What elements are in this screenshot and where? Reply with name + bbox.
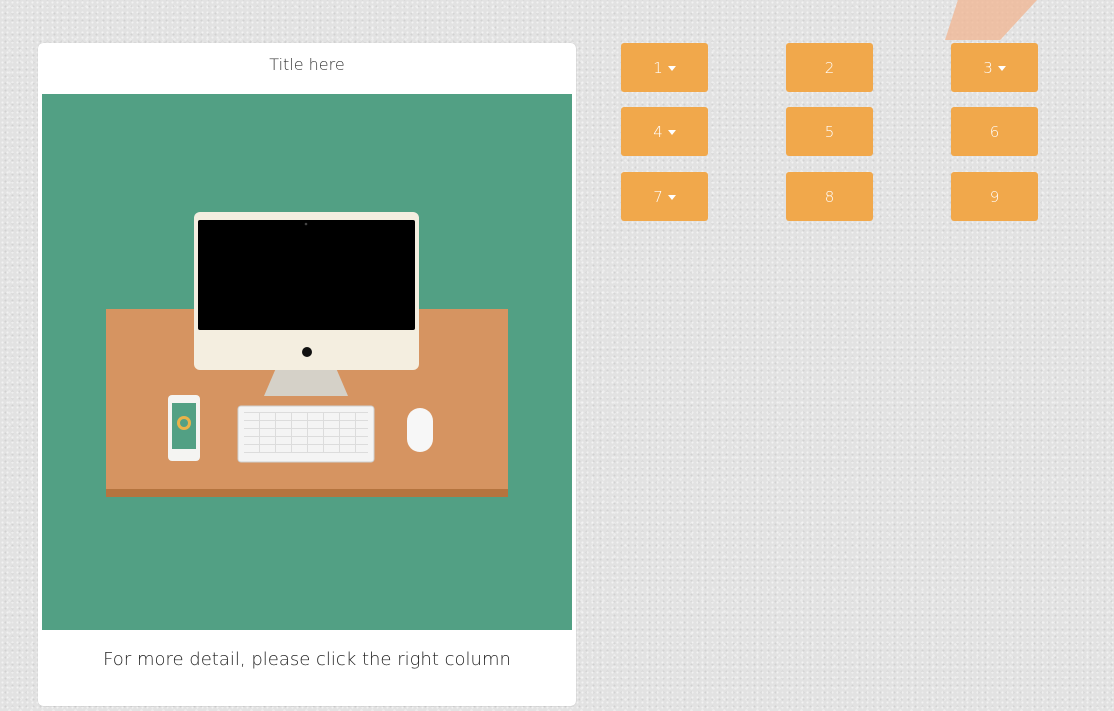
grid-button-label: 5 bbox=[824, 122, 835, 141]
grid-button-label: 2 bbox=[824, 58, 835, 77]
grid-button-5[interactable]: 5 bbox=[786, 107, 873, 156]
grid-button-label: 1 bbox=[653, 58, 663, 77]
grid-button-2[interactable]: 2 bbox=[786, 43, 873, 92]
grid-button-1[interactable]: 1 bbox=[621, 43, 708, 92]
monitor-stand bbox=[264, 368, 348, 396]
grid-button-label: 8 bbox=[824, 187, 835, 206]
grid-button-9[interactable]: 9 bbox=[951, 172, 1038, 221]
monitor-camera-dot bbox=[304, 222, 308, 226]
desk-illustration bbox=[42, 94, 572, 630]
content-card: Title here For more detail, please click… bbox=[38, 43, 576, 706]
desk-edge bbox=[106, 489, 508, 497]
monitor-screen bbox=[198, 220, 415, 330]
grid-button-3[interactable]: 3 bbox=[951, 43, 1038, 92]
caret-down-icon bbox=[667, 195, 676, 200]
monitor-logo-dot bbox=[302, 347, 312, 357]
grid-button-7[interactable]: 7 bbox=[621, 172, 708, 221]
grid-button-label: 9 bbox=[989, 187, 1000, 206]
caret-down-icon bbox=[667, 66, 676, 71]
caret-down-icon bbox=[667, 130, 676, 135]
card-title: Title here bbox=[269, 55, 345, 74]
mouse-icon bbox=[407, 408, 433, 452]
keyboard-icon bbox=[237, 405, 375, 463]
grid-button-label: 4 bbox=[653, 122, 663, 141]
grid-button-label: 3 bbox=[983, 58, 993, 77]
caret-down-icon bbox=[997, 66, 1006, 71]
grid-button-4[interactable]: 4 bbox=[621, 107, 708, 156]
grid-button-label: 7 bbox=[653, 187, 663, 206]
decorative-corner-shape bbox=[945, 0, 1037, 40]
grid-button-8[interactable]: 8 bbox=[786, 172, 873, 221]
grid-button-label: 6 bbox=[989, 122, 1000, 141]
card-caption: For more detail, please click the right … bbox=[103, 649, 511, 670]
grid-button-6[interactable]: 6 bbox=[951, 107, 1038, 156]
